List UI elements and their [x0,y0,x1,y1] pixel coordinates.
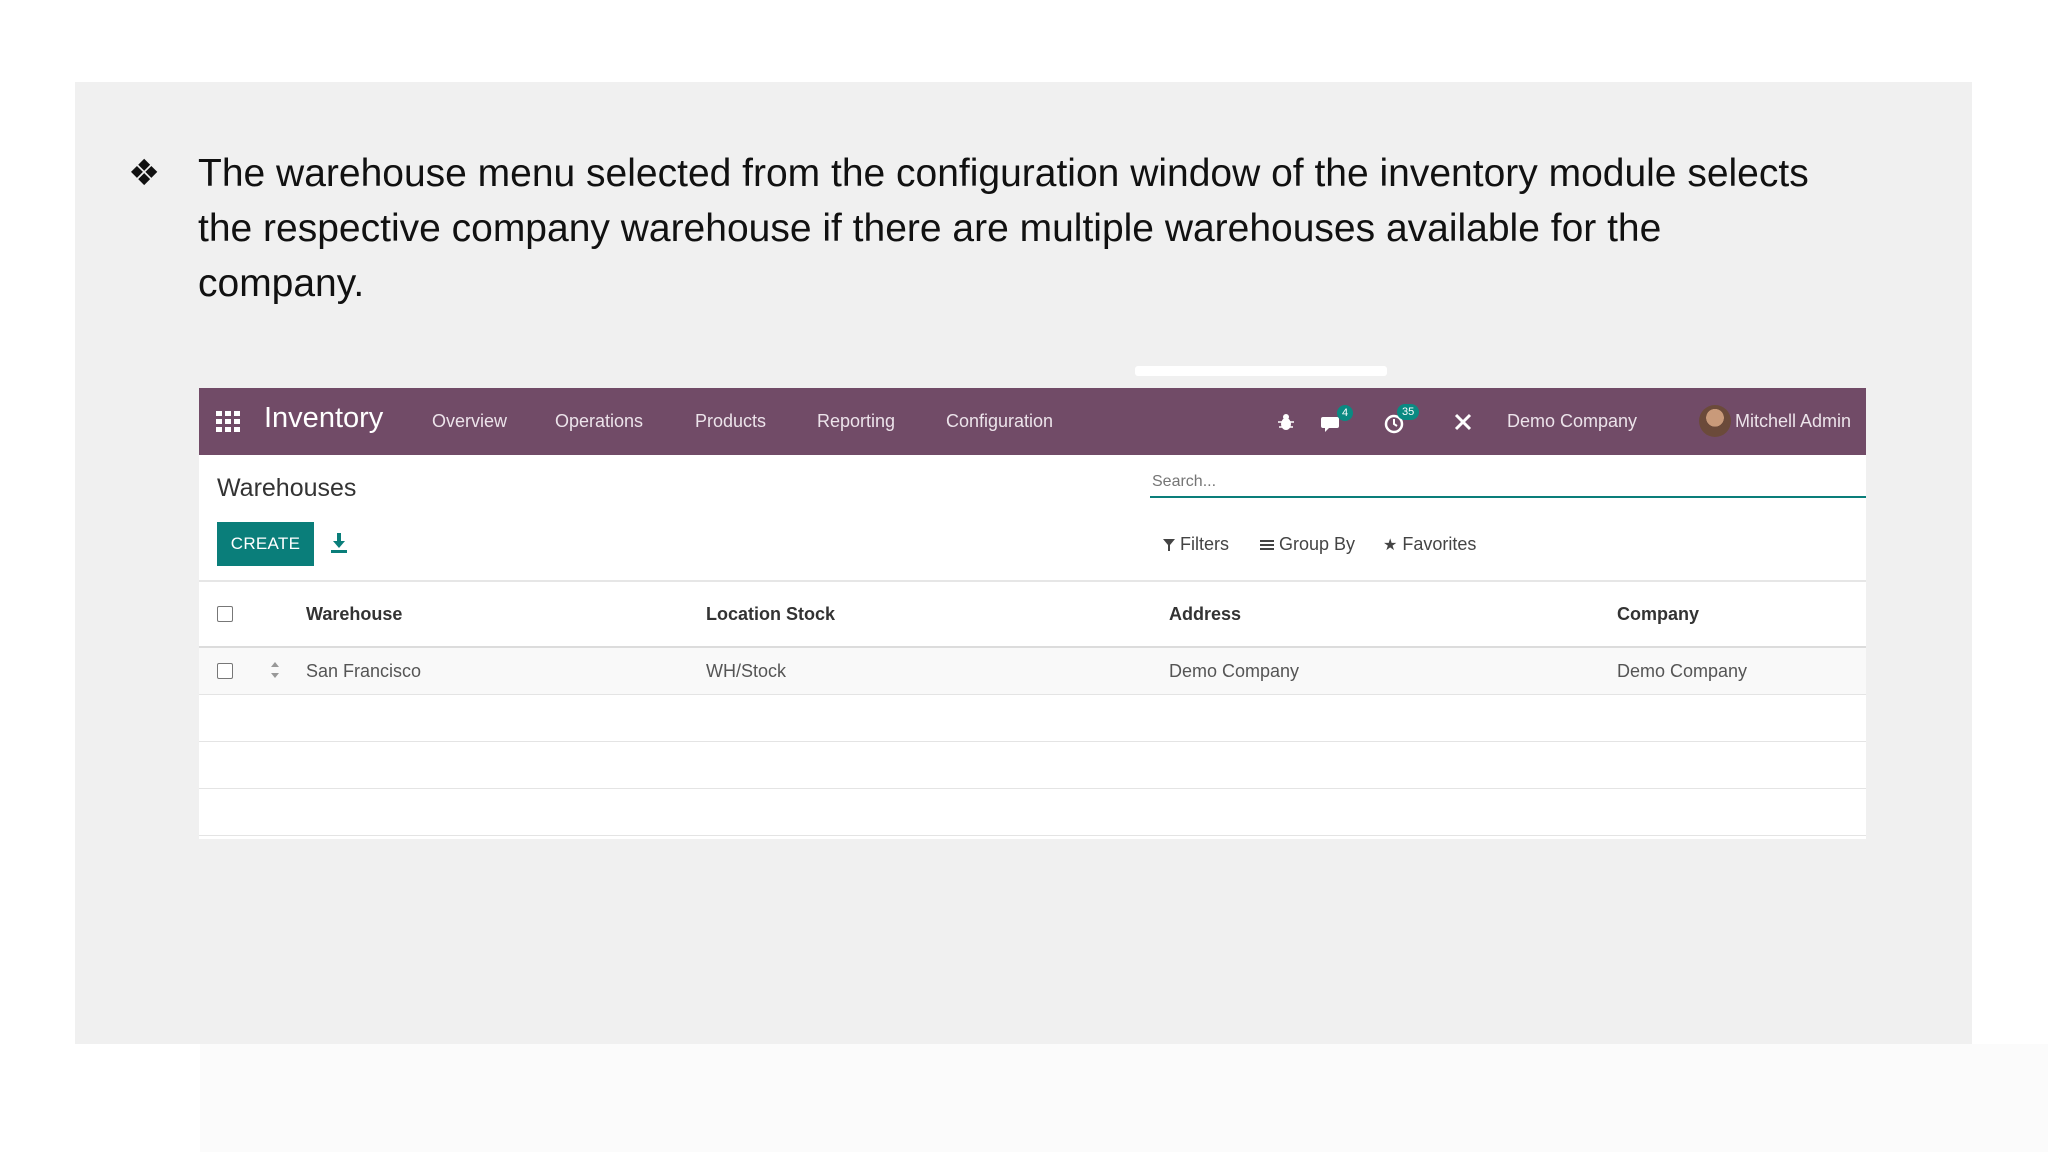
tools-icon[interactable] [1453,412,1473,432]
cell-address: Demo Company [1169,661,1300,681]
column-location-stock[interactable]: Location Stock [706,604,835,625]
filters-button[interactable]: Filters [1163,534,1229,555]
avatar[interactable] [1699,405,1731,442]
favorites-button[interactable]: ★ Favorites [1383,534,1476,555]
list-icon [1260,539,1274,550]
column-company[interactable]: Company [1617,604,1699,625]
group-by-label: Group By [1279,534,1356,554]
user-menu[interactable]: Mitchell Admin [1735,411,1851,432]
empty-row [199,742,1866,789]
top-navbar: Inventory Overview Operations Products R… [199,388,1866,455]
cell-location-stock: WH/Stock [706,661,787,681]
warehouses-table: Warehouse Location Stock Address Company… [199,582,1866,836]
table-row[interactable]: San Francisco WH/Stock Demo Company Demo… [199,648,1866,695]
page-title: Warehouses [217,474,357,502]
bullet-text: The warehouse menu selected from the con… [198,152,1809,305]
search-bar[interactable] [1150,468,1866,498]
menu-overview[interactable]: Overview [432,411,507,432]
sort-handle-icon[interactable] [269,660,281,680]
menu-operations[interactable]: Operations [555,411,643,432]
bug-icon[interactable] [1277,412,1295,432]
empty-row [199,695,1866,742]
bullet-point: ❖ The warehouse menu selected from the c… [128,146,1828,311]
activities-badge: 35 [1397,404,1420,420]
menu-products[interactable]: Products [695,411,766,432]
menu-configuration[interactable]: Configuration [946,411,1053,432]
select-all-checkbox[interactable] [217,606,233,622]
menu-reporting[interactable]: Reporting [817,411,895,432]
column-warehouse[interactable]: Warehouse [306,604,402,625]
app-title[interactable]: Inventory [264,402,383,435]
company-switcher[interactable]: Demo Company [1507,411,1637,432]
bullet-icon: ❖ [128,153,161,194]
empty-row [199,789,1866,836]
filters-label: Filters [1180,534,1229,554]
row-checkbox[interactable] [217,663,233,679]
column-address[interactable]: Address [1169,604,1241,625]
odoo-screenshot: Inventory Overview Operations Products R… [199,388,1866,839]
messages-badge: 4 [1337,405,1354,421]
create-button[interactable]: CREATE [217,522,314,566]
favorites-label: Favorites [1402,534,1477,554]
cell-warehouse: San Francisco [306,661,422,681]
bottom-strip [200,1044,2048,1152]
table-header: Warehouse Location Stock Address Company [199,582,1866,648]
search-input[interactable] [1150,468,1866,496]
cell-company: Demo Company [1617,661,1748,681]
decorative-tab [1135,366,1387,376]
filter-icon [1163,538,1175,551]
group-by-button[interactable]: Group By [1260,534,1355,555]
star-icon: ★ [1383,536,1398,554]
apps-grid-icon[interactable] [216,411,240,432]
download-icon[interactable] [329,531,349,555]
